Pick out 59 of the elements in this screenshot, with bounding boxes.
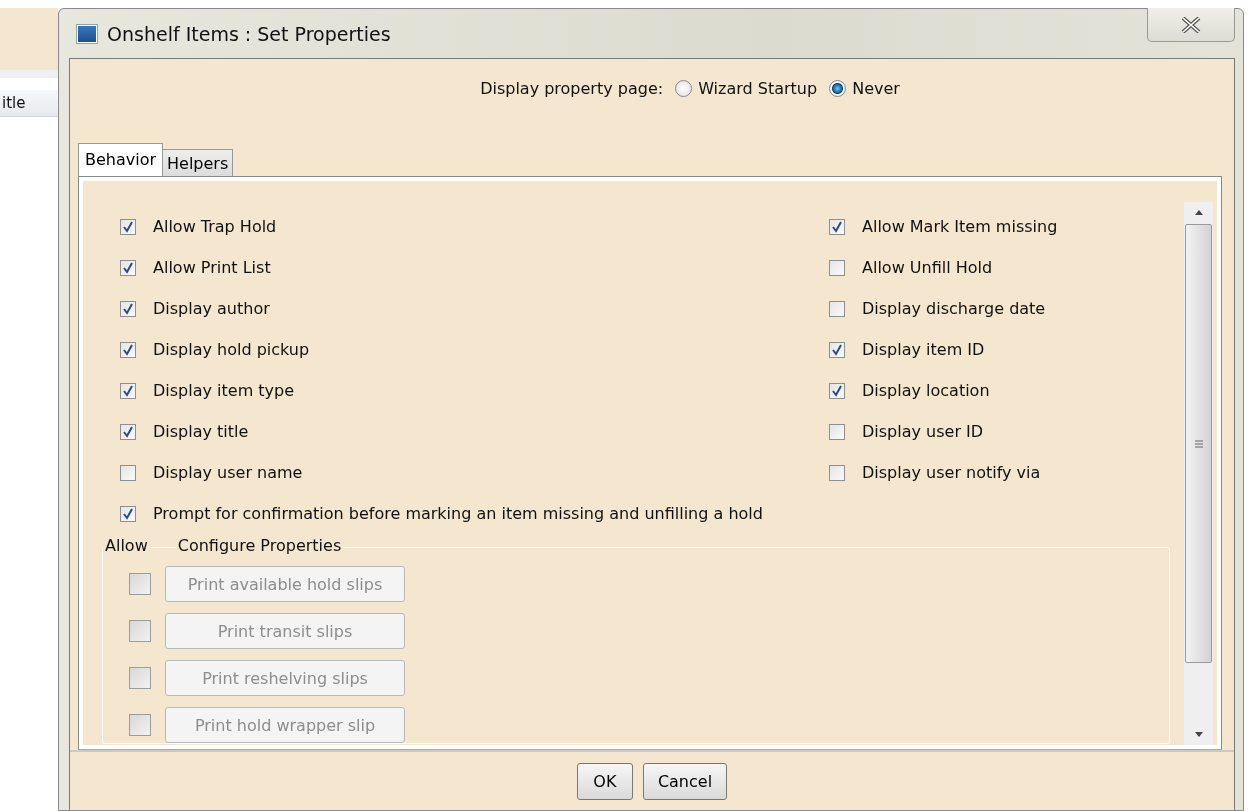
radio-group-label: Display property page: bbox=[480, 79, 664, 98]
radio-option[interactable]: Never bbox=[829, 79, 900, 98]
scroll-thumb[interactable] bbox=[1185, 224, 1212, 663]
checkbox[interactable] bbox=[120, 341, 136, 358]
app-icon bbox=[77, 24, 97, 43]
option-label: Display item type bbox=[153, 381, 295, 400]
close-icon bbox=[1180, 16, 1202, 33]
checkbox[interactable] bbox=[120, 382, 136, 399]
checkbox[interactable] bbox=[829, 218, 845, 235]
option-label: Display user notify via bbox=[862, 463, 1041, 482]
scroll-down-icon bbox=[1192, 731, 1205, 739]
option-label: Allow Unfill Hold bbox=[862, 258, 993, 277]
checkmark-icon bbox=[831, 220, 843, 233]
checkbox[interactable] bbox=[120, 464, 136, 481]
checkbox[interactable] bbox=[829, 341, 845, 358]
checkbox[interactable] bbox=[829, 300, 845, 317]
group-title: Configure Properties bbox=[175, 536, 344, 555]
column-header[interactable]: itle bbox=[0, 90, 58, 117]
checkbox[interactable] bbox=[120, 218, 136, 235]
option-label: Allow Mark Item missing bbox=[862, 217, 1058, 236]
option-label: Display user ID bbox=[862, 422, 984, 441]
checkbox[interactable] bbox=[829, 423, 845, 440]
option-label: Allow Trap Hold bbox=[153, 217, 277, 236]
tab[interactable]: Behavior bbox=[78, 143, 164, 177]
option-label: Display hold pickup bbox=[153, 340, 310, 359]
option-label: Display location bbox=[862, 381, 990, 400]
checkbox[interactable] bbox=[120, 259, 136, 276]
checkmark-icon bbox=[122, 302, 134, 315]
scroll-up-icon bbox=[1192, 208, 1205, 216]
option-label: Prompt for confirmation before marking an item missing and unfilling a hold bbox=[153, 504, 763, 523]
option-label: Display author bbox=[153, 299, 270, 318]
option-label: Display discharge date bbox=[862, 299, 1046, 318]
app-background bbox=[0, 8, 58, 78]
checkbox[interactable] bbox=[829, 382, 845, 399]
checkmark-icon bbox=[122, 343, 134, 356]
option-label: Display title bbox=[153, 422, 249, 441]
scrollbar[interactable] bbox=[1184, 202, 1213, 745]
checkbox[interactable] bbox=[829, 464, 845, 481]
checkmark-icon bbox=[831, 384, 843, 397]
checkbox[interactable] bbox=[120, 505, 136, 522]
checkbox[interactable] bbox=[120, 423, 136, 440]
dialog-button[interactable]: Cancel bbox=[642, 762, 728, 800]
window-title: Onshelf Items : Set Properties bbox=[107, 22, 392, 45]
checkmark-icon bbox=[831, 343, 843, 356]
checkmark-icon bbox=[122, 220, 134, 233]
tab[interactable]: Helpers bbox=[162, 149, 234, 177]
checkmark-icon bbox=[122, 507, 134, 520]
option-label: Display user name bbox=[153, 463, 303, 482]
checkbox[interactable] bbox=[120, 300, 136, 317]
radio-option[interactable]: Wizard Startup bbox=[675, 79, 818, 98]
checkmark-icon bbox=[122, 384, 134, 397]
checkmark-icon bbox=[122, 261, 134, 274]
dialog-button[interactable]: OK bbox=[576, 762, 633, 800]
checkbox[interactable] bbox=[829, 259, 845, 276]
checkmark-icon bbox=[122, 425, 134, 438]
option-label: Display item ID bbox=[862, 340, 985, 359]
close-button[interactable] bbox=[1147, 8, 1235, 42]
grip-icon bbox=[1193, 438, 1204, 449]
option-label: Allow Print List bbox=[153, 258, 271, 277]
